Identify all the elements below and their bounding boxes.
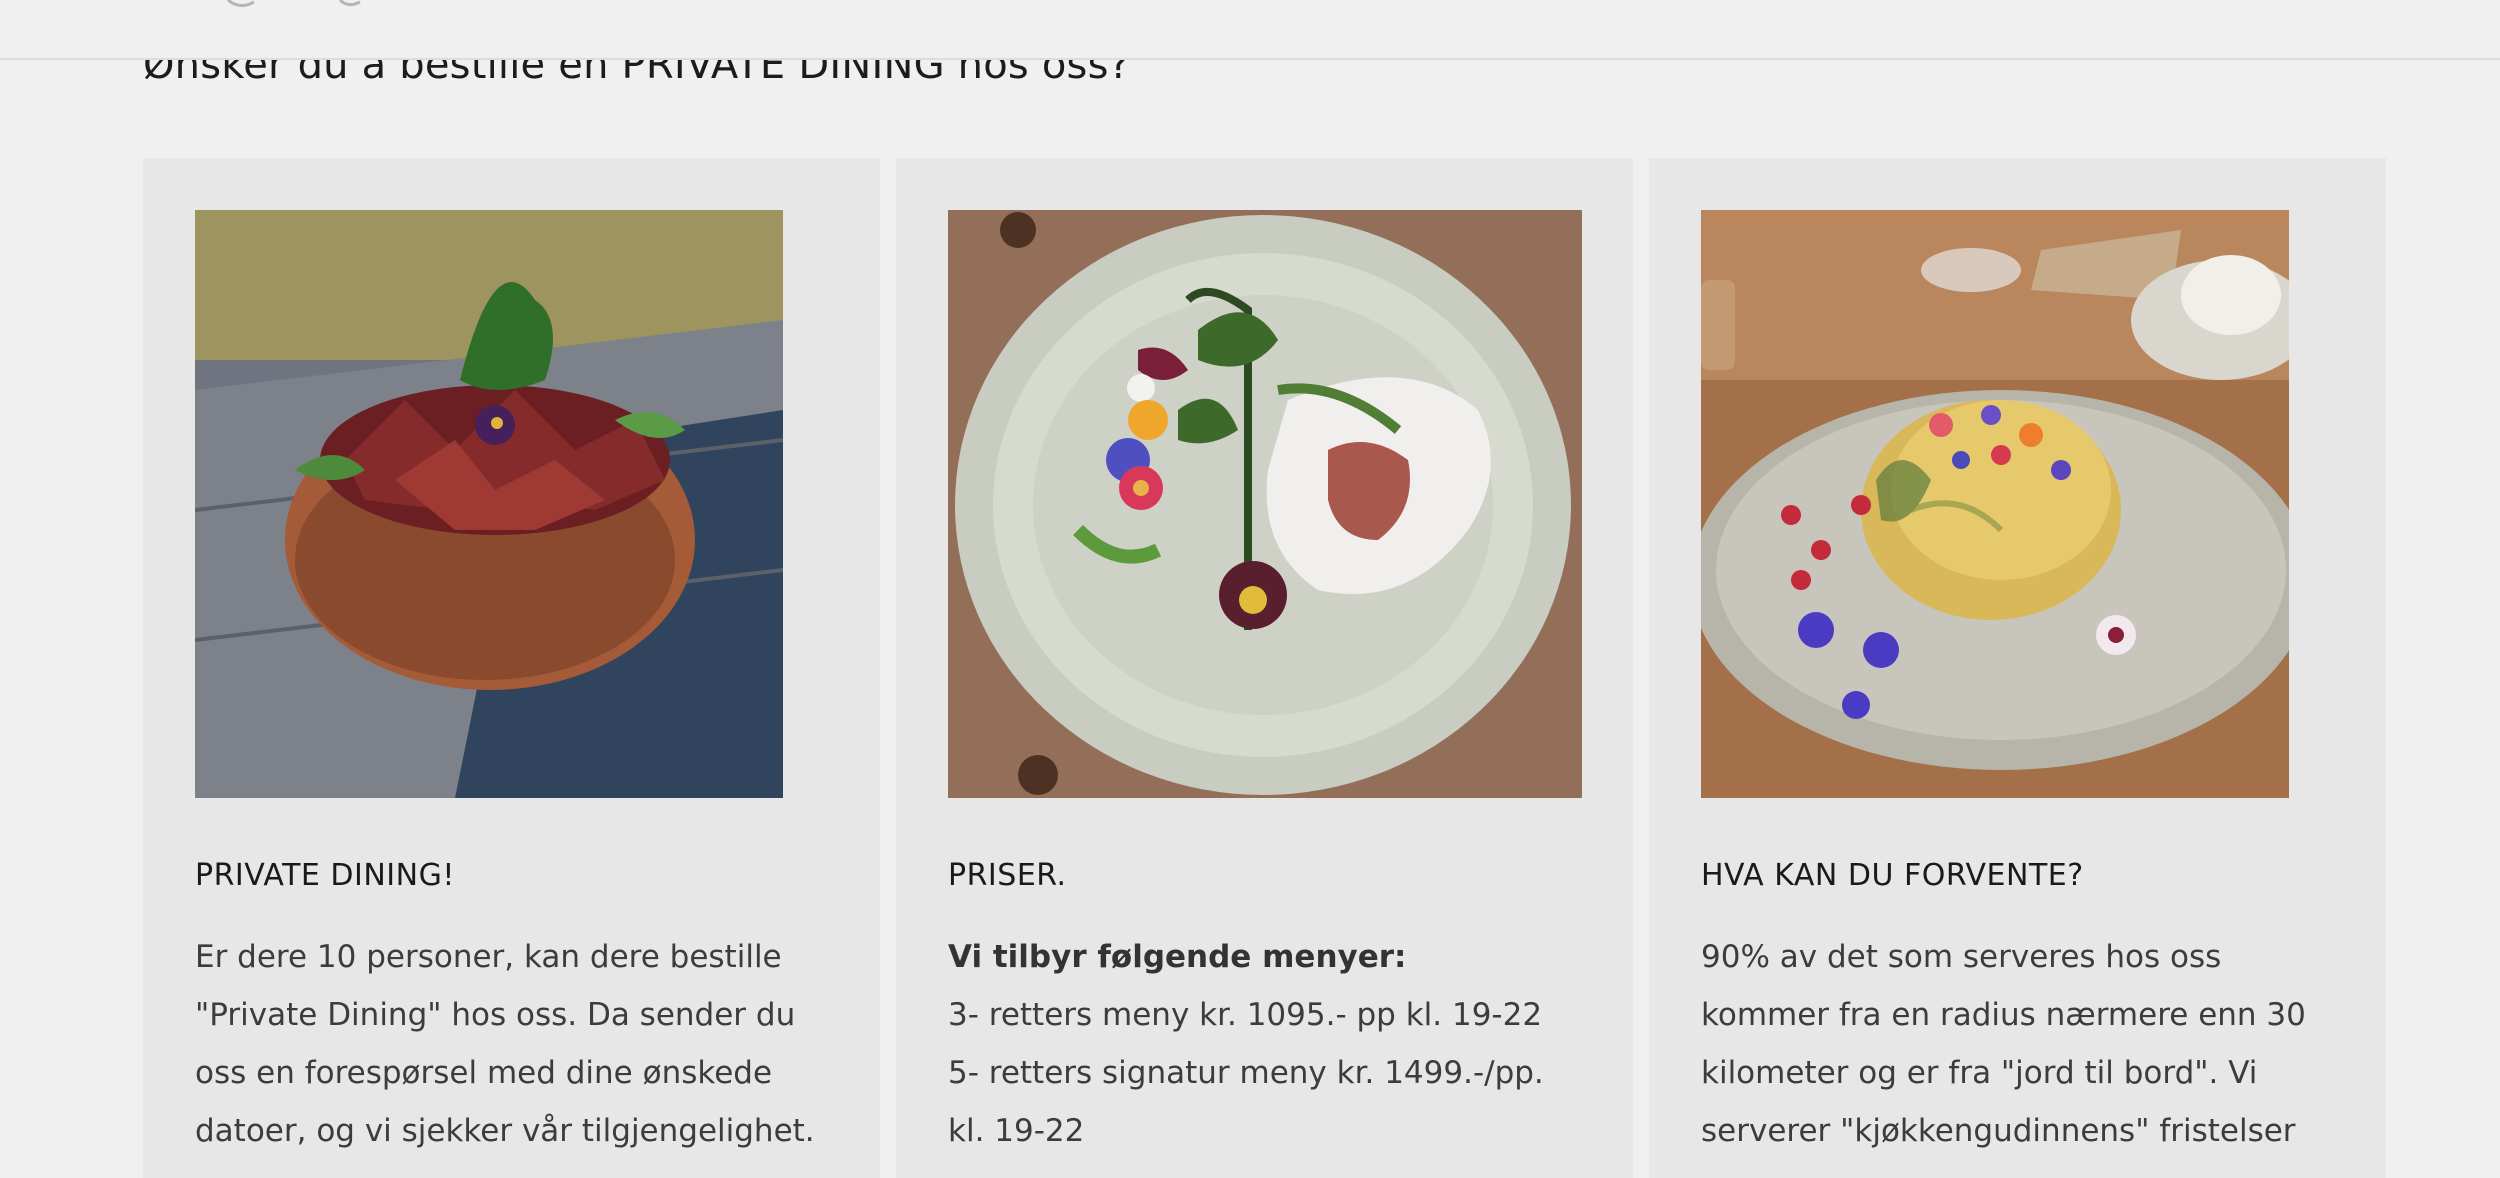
butter-with-edible-flowers-photo (1701, 210, 2289, 798)
card-body: 90% av det som serveres hos oss kommer f… (1701, 928, 2351, 1160)
card-heading: HVA KAN DU FORVENTE? (1701, 858, 2084, 893)
body-line: datoer, og vi sjekker vår tilgjengelighe… (195, 1113, 815, 1149)
plated-dish-with-flowers-photo (948, 210, 1582, 798)
body-line: Er dere 10 personer, kan dere bestille (195, 939, 782, 975)
card-heading: PRIVATE DINING! (195, 858, 455, 893)
body-intro: Vi tilbyr følgende menyer: (948, 939, 1407, 975)
card-what-to-expect: HVA KAN DU FORVENTE? 90% av det som serv… (1649, 158, 2386, 1178)
body-line: serverer "kjøkkengudinnens" fristelser (1701, 1113, 2296, 1149)
card-body: Vi tilbyr følgende menyer: 3- retters me… (948, 928, 1598, 1160)
body-line: 5- retters signatur meny kr. 1499.-/pp. (948, 1055, 1544, 1091)
body-line: kilometer og er fra "jord til bord". Vi (1701, 1055, 2258, 1091)
body-line: oss en forespørsel med dine ønskede (195, 1055, 773, 1091)
card-prices: PRISER. Vi tilbyr følgende menyer: 3- re… (896, 158, 1633, 1178)
card-heading: PRISER. (948, 858, 1067, 893)
body-line: "Private Dining" hos oss. Da sender du (195, 997, 796, 1033)
logo-fragment[interactable] (220, 0, 370, 10)
body-line: 3- retters meny kr. 1095.- pp kl. 19-22 (948, 997, 1543, 1033)
card-body: Er dere 10 personer, kan dere bestille "… (195, 928, 845, 1160)
body-line: 90% av det som serveres hos oss (1701, 939, 2222, 975)
site-header (0, 0, 2500, 60)
body-line: kommer fra en radius nærmere enn 30 (1701, 997, 2306, 1033)
dried-meat-bowl-photo (195, 210, 783, 798)
card-private-dining: PRIVATE DINING! Er dere 10 personer, kan… (143, 158, 880, 1178)
body-line: kl. 19-22 (948, 1113, 1085, 1149)
